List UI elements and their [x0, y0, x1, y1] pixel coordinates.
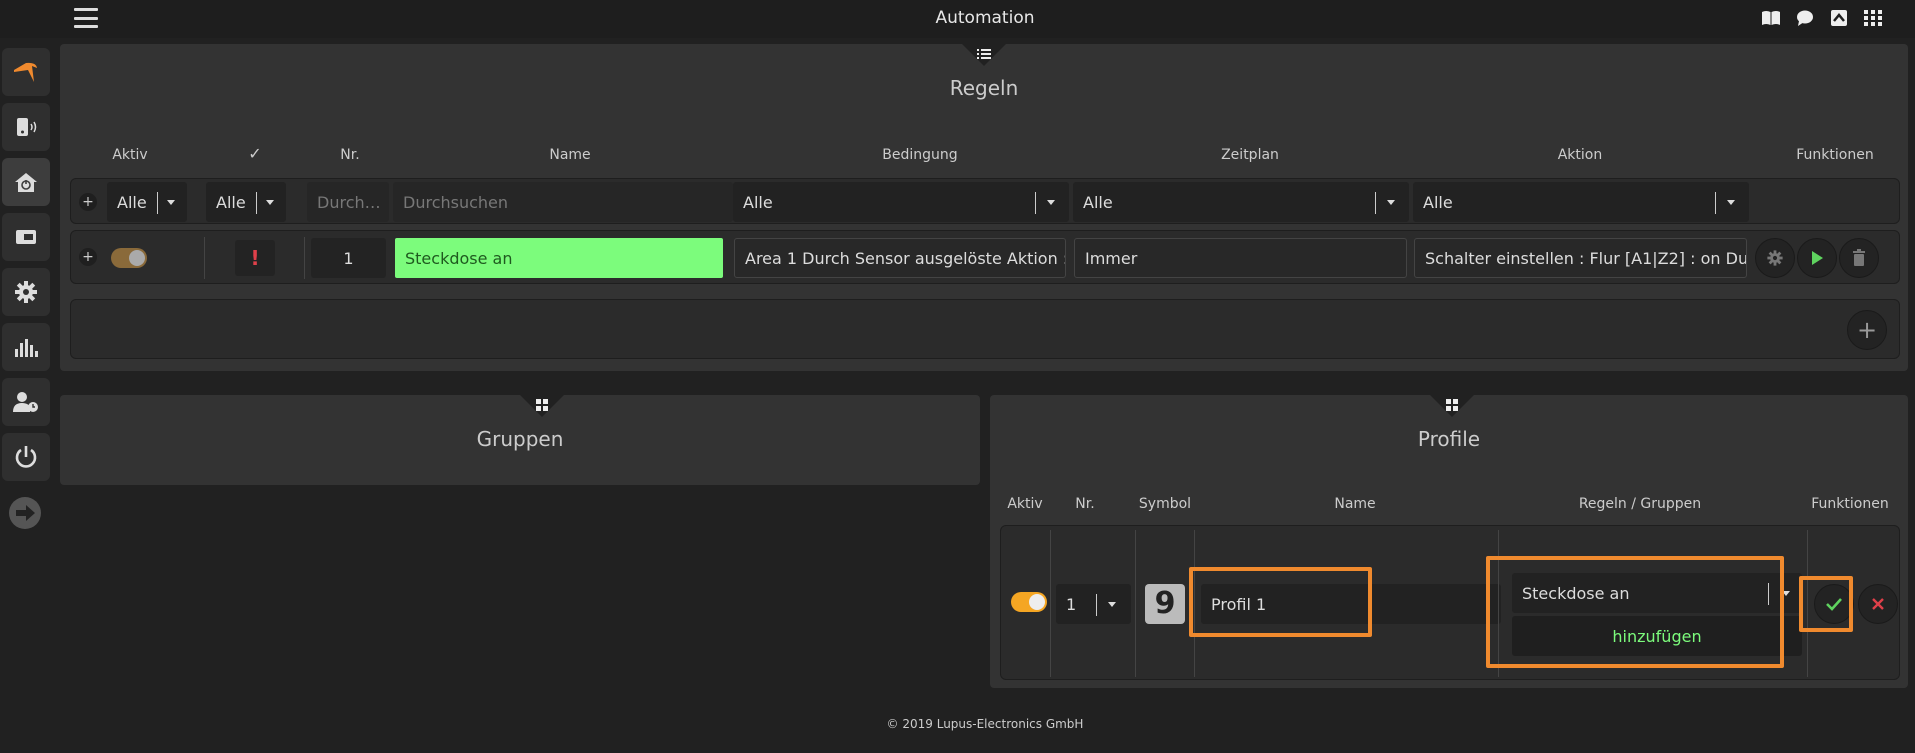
- sidebar-item-keypad[interactable]: [2, 213, 50, 261]
- filter-row: + Alle Alle Durch… Durchsuchen Alle Alle…: [70, 178, 1900, 224]
- expand-all-icon[interactable]: +: [79, 193, 97, 211]
- col-header-bedingung: Bedingung: [882, 147, 958, 163]
- add-rule-button[interactable]: +: [1847, 310, 1887, 350]
- rule-settings-button[interactable]: [1755, 238, 1795, 278]
- col-header-symbol: Symbol: [1138, 496, 1192, 512]
- grid-icon: [536, 399, 548, 411]
- sidebar-item-statistics[interactable]: [2, 323, 50, 371]
- device-icon: [17, 118, 37, 136]
- rule-nr: 1: [311, 238, 386, 278]
- col-header-aktiv: Aktiv: [1007, 496, 1043, 512]
- book-icon[interactable]: [1761, 9, 1781, 27]
- list-icon: [977, 49, 991, 59]
- footer-copyright: © 2019 Lupus-Electronics GmbH: [886, 717, 1084, 731]
- apps-grid-icon[interactable]: [1863, 9, 1883, 27]
- chevron-down-icon: [1727, 200, 1735, 205]
- col-header-aktiv: Aktiv: [112, 147, 148, 163]
- plus-icon: +: [1856, 316, 1878, 344]
- sidebar-item-users[interactable]: [2, 378, 50, 426]
- power-icon: [15, 446, 37, 468]
- col-header-name: Name: [549, 147, 591, 163]
- col-header-aktion: Aktion: [1557, 147, 1603, 163]
- profiles-title: Profile: [1417, 427, 1481, 451]
- col-header-name: Name: [1334, 496, 1376, 512]
- rule-name-field[interactable]: Steckdose an: [395, 238, 723, 278]
- gear-icon: [15, 281, 37, 303]
- chevron-down-icon: [1047, 200, 1055, 205]
- rule-delete-button[interactable]: [1839, 238, 1879, 278]
- col-header-funktionen: Funktionen: [1811, 496, 1889, 512]
- sidebar-item-next[interactable]: [8, 496, 42, 534]
- chart-icon: [15, 339, 38, 357]
- chevron-down-icon: [266, 200, 274, 205]
- arrow-right-icon: [9, 497, 41, 529]
- sidebar-item-logo[interactable]: [2, 48, 50, 96]
- grid-icon: [1446, 399, 1458, 411]
- col-header-check-icon: ✓: [248, 144, 262, 163]
- table-row: + ! 1 Steckdose an Area 1 Durch Sensor a…: [70, 230, 1900, 284]
- chevron-down-icon: [1108, 602, 1116, 607]
- expand-row-icon[interactable]: +: [79, 248, 97, 266]
- rule-aktion[interactable]: Schalter einstellen : Flur [A1|Z2] : on …: [1414, 238, 1747, 278]
- chat-icon[interactable]: [1795, 9, 1815, 27]
- highlight-name: [1189, 567, 1372, 637]
- add-rule-row: +: [70, 299, 1900, 359]
- profile-symbol[interactable]: 9: [1145, 584, 1185, 624]
- filter-nr-input[interactable]: Durch…: [307, 182, 389, 222]
- chevron-down-icon: [1387, 200, 1395, 205]
- rule-zeitplan[interactable]: Immer: [1074, 238, 1407, 278]
- highlight-rule-select: [1486, 556, 1784, 668]
- rule-active-toggle[interactable]: [111, 248, 147, 268]
- chevron-down-icon: [167, 200, 175, 205]
- rules-title: Regeln: [949, 76, 1019, 100]
- filter-zeitplan-select[interactable]: Alle: [1073, 182, 1409, 222]
- collapse-icon[interactable]: [1829, 9, 1849, 27]
- col-header-nr: Nr.: [1075, 496, 1095, 512]
- filter-aktion-select[interactable]: Alle: [1413, 182, 1749, 222]
- sidebar-item-settings[interactable]: [2, 268, 50, 316]
- sidebar-item-power[interactable]: [2, 433, 50, 481]
- page-title: Automation: [935, 8, 1035, 28]
- user-clock-icon: [13, 392, 38, 412]
- profile-nr-select[interactable]: 1: [1056, 584, 1131, 624]
- col-header-funktionen: Funktionen: [1796, 147, 1874, 163]
- home-icon: [15, 173, 37, 192]
- col-header-rules-groups: Regeln / Gruppen: [1578, 496, 1702, 512]
- rules-panel: Regeln Aktiv ✓ Nr. Name Bedingung Zeitpl…: [60, 44, 1908, 371]
- gear-icon: [1767, 250, 1783, 266]
- rule-run-button[interactable]: [1797, 238, 1837, 278]
- filter-aktiv-select[interactable]: Alle: [107, 182, 187, 222]
- filter-check-select[interactable]: Alle: [206, 182, 286, 222]
- groups-title: Gruppen: [476, 427, 564, 451]
- top-bar: Automation: [0, 0, 1915, 38]
- profile-active-toggle[interactable]: [1011, 592, 1047, 612]
- filter-name-input[interactable]: Durchsuchen: [393, 182, 733, 222]
- highlight-save: [1799, 576, 1853, 632]
- keypad-icon: [16, 230, 36, 244]
- filter-bedingung-select[interactable]: Alle: [733, 182, 1069, 222]
- sidebar-item-home[interactable]: [2, 158, 50, 206]
- rule-bedingung[interactable]: Area 1 Durch Sensor ausgelöste Aktion : …: [734, 238, 1066, 278]
- sidebar-item-devices[interactable]: [2, 103, 50, 151]
- close-icon: [1872, 598, 1884, 610]
- warning-badge: !: [235, 240, 275, 276]
- profiles-panel: Profile Aktiv Nr. Symbol Name Regeln / G…: [990, 395, 1908, 688]
- profile-cancel-button[interactable]: [1858, 584, 1898, 624]
- col-header-nr: Nr.: [340, 147, 360, 163]
- col-header-zeitplan: Zeitplan: [1221, 147, 1279, 163]
- logo-icon: [14, 62, 37, 82]
- groups-panel: Gruppen: [60, 395, 980, 485]
- trash-icon: [1853, 249, 1865, 266]
- play-icon: [1812, 251, 1823, 265]
